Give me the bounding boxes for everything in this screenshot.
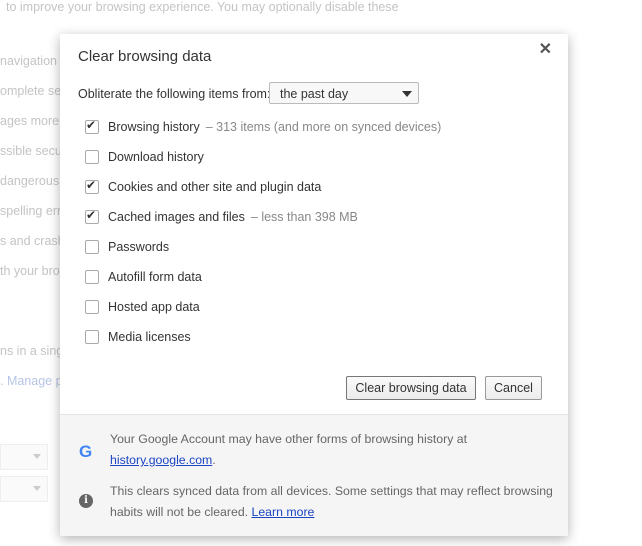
clear-browsing-data-dialog: Clear browsing data ✕ Obliterate the fol…: [60, 34, 568, 536]
clear-browsing-data-button[interactable]: Clear browsing data: [346, 376, 476, 400]
bg-text: th your brow: [0, 264, 69, 278]
time-range-select[interactable]: the past day: [269, 82, 419, 104]
option-detail: – less than 398 MB: [250, 210, 358, 224]
google-icon: G: [79, 442, 93, 461]
punctuation: .: [212, 453, 216, 467]
bg-text: ssible secu: [0, 144, 62, 158]
bg-manage-link: . Manage p: [0, 374, 63, 388]
bg-text: s and crash: [0, 234, 65, 248]
bg-text: to improve your browsing experience. You…: [6, 0, 399, 14]
option-label: Browsing history: [108, 120, 200, 134]
checkbox[interactable]: [85, 208, 99, 224]
cancel-button[interactable]: Cancel: [485, 376, 542, 400]
dropdown-arrow-icon: [402, 91, 412, 97]
option-label: Autofill form data: [108, 270, 202, 284]
sync-note-text: This clears synced data from all devices…: [110, 484, 553, 519]
bg-text: omplete sea: [0, 84, 69, 98]
option-download-history[interactable]: Download history: [85, 150, 204, 164]
info-icon: i: [79, 494, 93, 508]
option-label: Download history: [108, 150, 204, 164]
dialog-footer: G Your Google Account may have other for…: [60, 414, 568, 536]
bg-text: ages more: [0, 114, 60, 128]
learn-more-link[interactable]: Learn more: [252, 505, 315, 519]
option-browsing-history[interactable]: Browsing history – 313 items (and more on…: [85, 118, 442, 134]
chevron-down-icon: [33, 486, 41, 495]
bg-select: [0, 444, 48, 470]
history-google-link[interactable]: history.google.com: [110, 453, 212, 467]
option-media-licenses[interactable]: Media licenses: [85, 330, 191, 344]
option-hosted-app-data[interactable]: Hosted app data: [85, 300, 200, 314]
time-range-value: the past day: [280, 87, 349, 101]
google-note-text: Your Google Account may have other forms…: [110, 432, 468, 446]
google-account-note: Your Google Account may have other forms…: [110, 429, 560, 471]
option-label: Passwords: [108, 240, 170, 254]
checkbox[interactable]: [85, 118, 99, 134]
bg-text: navigation: [0, 54, 57, 68]
checkbox[interactable]: [85, 330, 99, 344]
option-label: Cookies and other site and plugin data: [108, 180, 322, 194]
checkbox[interactable]: [85, 300, 99, 314]
checkbox[interactable]: [85, 150, 99, 164]
time-range-label: Obliterate the following items from:: [78, 87, 271, 101]
option-cookies[interactable]: Cookies and other site and plugin data: [85, 178, 322, 194]
option-label: Media licenses: [108, 330, 191, 344]
option-cached-images[interactable]: Cached images and files – less than 398 M…: [85, 208, 358, 224]
option-passwords[interactable]: Passwords: [85, 240, 169, 254]
sync-note: This clears synced data from all devices…: [110, 481, 560, 523]
option-label: Cached images and files: [108, 210, 245, 224]
option-autofill[interactable]: Autofill form data: [85, 270, 202, 284]
option-detail: – 313 items (and more on synced devices): [205, 120, 442, 134]
bg-text: dangerous: [0, 174, 60, 188]
bg-select: [0, 476, 48, 502]
close-icon[interactable]: ✕: [539, 39, 552, 59]
checkbox[interactable]: [85, 270, 99, 284]
checkbox[interactable]: [85, 178, 99, 194]
option-label: Hosted app data: [108, 300, 200, 314]
bg-text: spelling err: [0, 204, 62, 218]
checkbox[interactable]: [85, 240, 99, 254]
chevron-down-icon: [33, 454, 41, 463]
dialog-title: Clear browsing data: [78, 48, 212, 65]
